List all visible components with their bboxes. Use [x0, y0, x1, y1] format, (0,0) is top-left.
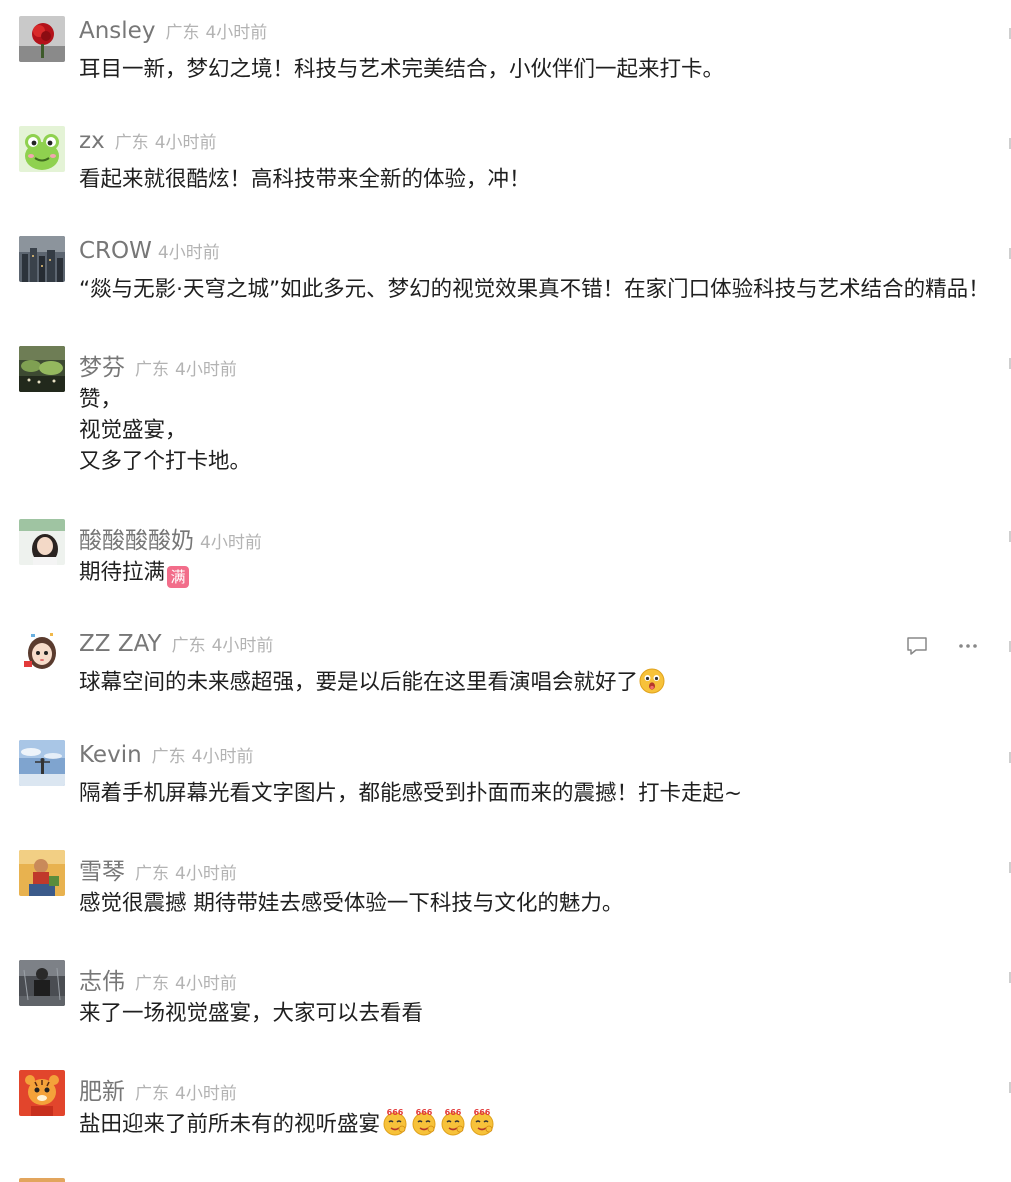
girl-photo-avatar-icon[interactable] — [19, 519, 65, 565]
comment-meta: 雪琴 广东 4小时前 — [79, 852, 237, 886]
location: 广东 — [165, 23, 200, 43]
svg-text:666: 666 — [445, 1108, 462, 1117]
comment-text: 期待拉满满 — [79, 557, 190, 588]
comment-list: Ansley 广东 4小时前 耳目一新，梦幻之境！科技与艺术完美结合，小伙伴们一起来… — [0, 0, 1011, 1182]
comment-line: 球幕空间的未来感超强，要是以后能在这里看演唱会就好了 — [79, 667, 665, 703]
username[interactable]: ZZ ZAY — [79, 631, 162, 657]
username[interactable]: 雪琴 — [79, 859, 125, 885]
comment-line: 感觉很震撼 期待带娃去感受体验一下科技与文化的魅力。 — [79, 891, 624, 916]
comment-text: 来了一场视觉盛宴，大家可以去看看 — [79, 998, 423, 1029]
landscape-photo-avatar-icon[interactable] — [19, 346, 65, 392]
comment-line: 耳目一新，梦幻之境！科技与艺术完美结合，小伙伴们一起来打卡。 — [79, 57, 725, 82]
timestamp: 4小时前 — [154, 133, 217, 153]
location: 广东 — [135, 360, 169, 380]
tiger-cartoon-avatar-icon[interactable] — [19, 1070, 65, 1116]
666-emoji: 666 — [439, 1108, 467, 1145]
comment-meta: Kevin 广东 4小时前 — [79, 742, 254, 768]
next-avatar-peek — [19, 1178, 65, 1182]
666-emoji: 666 — [468, 1108, 496, 1145]
city-night-avatar-icon[interactable] — [19, 236, 65, 282]
comment-text: 盐田迎来了前所未有的视听盛宴 666 666 666 666 — [79, 1108, 496, 1145]
location: 广东 — [135, 864, 169, 884]
svg-text:666: 666 — [416, 1108, 433, 1117]
comment-line: 又多了个打卡地。 — [79, 449, 252, 474]
location: 广东 — [114, 133, 149, 153]
comment-meta: zx 广东 4小时前 — [79, 128, 217, 154]
666-emoji: 666 — [381, 1108, 409, 1145]
comment-line-text: 球幕空间的未来感超强，要是以后能在这里看演唱会就好了 — [79, 670, 639, 695]
username[interactable]: CROW — [79, 238, 152, 264]
comment-meta: CROW 4小时前 — [79, 238, 220, 264]
timestamp: 4小时前 — [205, 23, 268, 43]
location: 广东 — [171, 636, 206, 656]
man-badge-emoji: 满 — [167, 566, 190, 588]
comment-line: 来了一场视觉盛宴，大家可以去看看 — [79, 1001, 424, 1026]
username[interactable]: 志伟 — [79, 969, 125, 995]
comment-line: 看起来就很酷炫！高科技带来全新的体验，冲！ — [79, 167, 531, 192]
username[interactable]: 肥新 — [79, 1079, 125, 1105]
comment-meta: Ansley 广东 4小时前 — [79, 18, 267, 44]
timestamp: 4小时前 — [175, 360, 237, 380]
comment-text: “燚与无影·天穹之城”如此多元、梦幻的视觉效果真不错！在家门口体验科技与艺术结合… — [79, 274, 990, 305]
username[interactable]: 梦芬 — [79, 355, 125, 381]
dark-figure-avatar-icon[interactable] — [19, 960, 65, 1006]
comment-text: 隔着手机屏幕光看文字图片，都能感受到扑面而来的震撼！打卡走起~ — [79, 778, 742, 809]
username[interactable]: zx — [79, 128, 105, 154]
comment-line-text: 期待拉满 — [79, 560, 166, 585]
comment-text: 感觉很震撼 期待带娃去感受体验一下科技与文化的魅力。 — [79, 888, 623, 919]
sky-person-avatar-icon[interactable] — [19, 740, 65, 786]
comment-line-text: 盐田迎来了前所未有的视听盛宴 — [79, 1112, 381, 1137]
location: 广东 — [135, 974, 169, 994]
comment-meta: 梦芬 广东 4小时前 — [79, 348, 237, 382]
comment-meta: 酸酸酸酸奶 4小时前 — [79, 521, 262, 555]
location: 广东 — [135, 1084, 169, 1104]
username[interactable]: 酸酸酸酸奶 — [79, 528, 194, 554]
comment-text: 看起来就很酷炫！高科技带来全新的体验，冲！ — [79, 164, 531, 195]
comment-meta: 志伟 广东 4小时前 — [79, 962, 237, 996]
comment-meta: 肥新 广东 4小时前 — [79, 1072, 237, 1106]
svg-text:666: 666 — [387, 1108, 404, 1117]
comment-reply-icon[interactable] — [906, 635, 928, 657]
cartoon-girl-avatar-icon[interactable] — [19, 629, 65, 675]
red-rose-avatar-icon[interactable] — [19, 16, 65, 62]
timestamp: 4小时前 — [175, 1084, 237, 1104]
666-emoji: 666 — [410, 1108, 438, 1145]
comment-line: 隔着手机屏幕光看文字图片，都能感受到扑面而来的震撼！打卡走起~ — [79, 781, 743, 806]
child-photo-avatar-icon[interactable] — [19, 850, 65, 896]
comment-line: 视觉盛宴， — [79, 418, 187, 443]
timestamp: 4小时前 — [200, 533, 262, 553]
svg-text:666: 666 — [474, 1108, 491, 1117]
comment-meta: ZZ ZAY 广东 4小时前 — [79, 631, 273, 657]
timestamp: 4小时前 — [191, 747, 254, 767]
comment-actions — [906, 632, 1011, 662]
green-frog-avatar-icon[interactable] — [19, 126, 65, 172]
comment-text: 耳目一新，梦幻之境！科技与艺术完美结合，小伙伴们一起来打卡。 — [79, 54, 724, 85]
location: 广东 — [151, 747, 186, 767]
more-options-icon[interactable] — [957, 635, 979, 657]
timestamp: 4小时前 — [211, 636, 274, 656]
username[interactable]: Ansley — [79, 18, 155, 44]
comment-line: 赞， — [79, 387, 123, 412]
comment-line: “燚与无影·天穹之城”如此多元、梦幻的视觉效果真不错！在家门口体验科技与艺术结合… — [79, 277, 990, 302]
comment-line: 盐田迎来了前所未有的视听盛宴 666 666 666 666 — [79, 1108, 496, 1145]
comment-line: 期待拉满满 — [79, 557, 190, 588]
timestamp: 4小时前 — [157, 243, 220, 263]
comment-text: 球幕空间的未来感超强，要是以后能在这里看演唱会就好了 — [79, 667, 665, 703]
comment-text: 赞， 视觉盛宴， 又多了个打卡地。 — [79, 384, 251, 477]
surprised-face-emoji — [639, 668, 665, 703]
timestamp: 4小时前 — [175, 974, 237, 994]
username[interactable]: Kevin — [79, 742, 142, 768]
timestamp: 4小时前 — [175, 864, 237, 884]
